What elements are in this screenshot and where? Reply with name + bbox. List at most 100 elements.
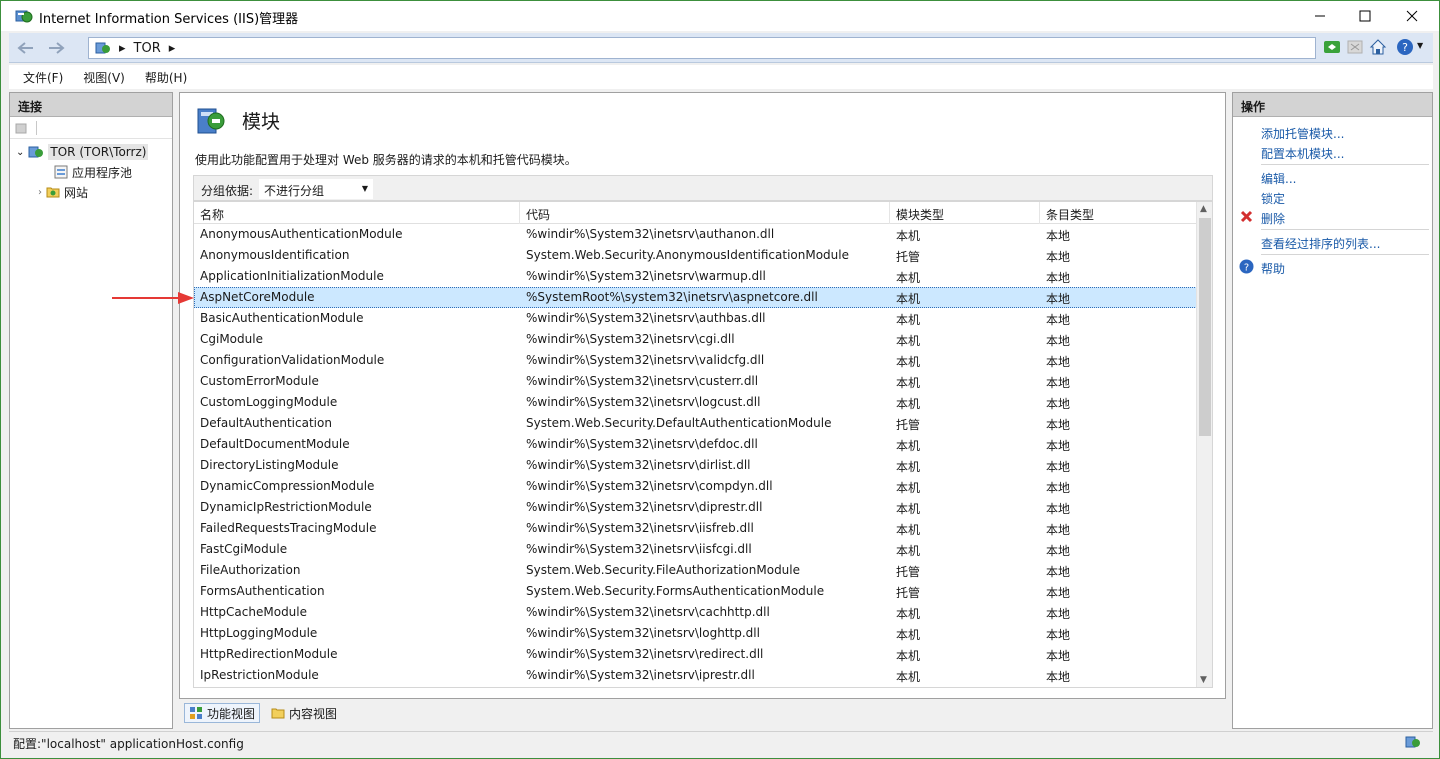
menu-view[interactable]: 视图(V)	[83, 69, 125, 86]
create-connection-icon[interactable]	[15, 121, 29, 135]
help-icon[interactable]: ?	[1396, 38, 1414, 56]
cell-entry: 本地	[1046, 397, 1071, 411]
table-row[interactable]: AspNetCoreModule %SystemRoot%\system32\in…	[194, 287, 1197, 308]
cell-entry: 本地	[1046, 313, 1071, 327]
forward-arrow-icon	[49, 42, 65, 54]
table-row[interactable]: ConfigurationValidationModule %windir%\Sy…	[194, 350, 1197, 371]
cell-name: AnonymousAuthenticationModule	[200, 227, 403, 241]
table-row[interactable]: FailedRequestsTracingModule %windir%\Syst…	[194, 518, 1197, 539]
breadcrumb-separator: ▸	[119, 40, 126, 56]
table-row[interactable]: AnonymousAuthenticationModule %windir%\Sy…	[194, 224, 1197, 245]
table-row[interactable]: FileAuthorization System.Web.Security.Fil…	[194, 560, 1197, 581]
breadcrumb-separator[interactable]: ▸	[169, 41, 176, 56]
table-row[interactable]: IpRestrictionModule %windir%\System32\ine…	[194, 665, 1197, 686]
address-bar[interactable]: ▸ TOR ▸	[88, 37, 1316, 59]
actions-header: 操作	[1233, 93, 1432, 117]
column-header-entry-type[interactable]: 条目类型	[1040, 202, 1197, 224]
add-managed-module-link[interactable]: 添加托管模块...	[1261, 125, 1344, 142]
minimize-button[interactable]	[1297, 1, 1343, 31]
column-header-code[interactable]: 代码	[520, 202, 890, 224]
sites-folder-icon	[46, 187, 60, 198]
help-dropdown-icon[interactable]: ▼	[1417, 41, 1423, 50]
cell-code: %windir%\System32\inetsrv\cgi.dll	[526, 332, 735, 346]
title-bar[interactable]: Internet Information Services (IIS)管理器	[1, 1, 1439, 31]
table-row[interactable]: HttpCacheModule %windir%\System32\inetsrv…	[194, 602, 1197, 623]
cell-type: 本机	[896, 355, 921, 369]
vertical-scrollbar[interactable]: ▲ ▼	[1196, 202, 1212, 687]
table-row[interactable]: HttpLoggingModule %windir%\System32\inets…	[194, 623, 1197, 644]
column-header-module-type[interactable]: 模块类型	[890, 202, 1040, 224]
cell-type: 本机	[896, 229, 921, 243]
stop-icon[interactable]	[1346, 38, 1364, 56]
table-row[interactable]: DynamicCompressionModule %windir%\System3…	[194, 476, 1197, 497]
cell-name: FastCgiModule	[200, 542, 288, 556]
home-icon[interactable]	[1369, 38, 1387, 56]
table-row[interactable]: CgiModule %windir%\System32\inetsrv\cgi.d…	[194, 329, 1197, 350]
cell-name: DynamicIpRestrictionModule	[200, 500, 372, 514]
tab-content-view[interactable]: 内容视图	[266, 703, 342, 723]
close-icon	[1406, 10, 1418, 22]
scroll-down-icon[interactable]: ▼	[1200, 675, 1207, 685]
cell-type: 本机	[896, 334, 921, 348]
cell-entry: 本地	[1046, 544, 1071, 558]
status-text: 配置:"localhost" applicationHost.config	[13, 737, 244, 751]
cell-code: %windir%\System32\inetsrv\cachhttp.dll	[526, 605, 770, 619]
cell-name: CustomLoggingModule	[200, 395, 338, 409]
menu-help[interactable]: 帮助(H)	[145, 69, 187, 86]
window-title: Internet Information Services (IIS)管理器	[39, 12, 299, 27]
table-row[interactable]: AnonymousIdentification System.Web.Securi…	[194, 245, 1197, 266]
cell-type: 本机	[896, 313, 921, 327]
tree-node-server[interactable]: ⌄ TOR (TOR\Torrz)	[16, 143, 149, 161]
cell-name: DynamicCompressionModule	[200, 479, 375, 493]
cell-name: ApplicationInitializationModule	[200, 269, 384, 283]
table-row[interactable]: FormsAuthentication System.Web.Security.F…	[194, 581, 1197, 602]
group-by-dropdown[interactable]: 不进行分组 ▼	[259, 179, 373, 199]
table-row[interactable]: ApplicationInitializationModule %windir%\…	[194, 266, 1197, 287]
server-icon	[28, 146, 44, 158]
help-link[interactable]: 帮助	[1261, 260, 1285, 277]
cell-type: 本机	[896, 523, 921, 537]
menu-file[interactable]: 文件(F)	[23, 69, 63, 86]
table-row[interactable]: DefaultDocumentModule %windir%\System32\i…	[194, 434, 1197, 455]
scrollbar-thumb[interactable]	[1199, 218, 1211, 436]
delete-link[interactable]: 删除	[1261, 210, 1285, 227]
close-button[interactable]	[1389, 1, 1435, 31]
table-row[interactable]: DirectoryListingModule %windir%\System32\…	[194, 455, 1197, 476]
scroll-up-icon[interactable]: ▲	[1200, 204, 1207, 214]
column-header-name[interactable]: 名称 ^	[194, 202, 520, 224]
forward-button[interactable]	[43, 36, 69, 60]
table-row[interactable]: DefaultAuthentication System.Web.Security…	[194, 413, 1197, 434]
maximize-button[interactable]	[1342, 1, 1388, 31]
table-row[interactable]: BasicAuthenticationModule %windir%\System…	[194, 308, 1197, 329]
configure-native-modules-link[interactable]: 配置本机模块...	[1261, 145, 1344, 162]
modules-table: 名称 ^ 代码 模块类型 条目类型 AnonymousAuthenticatio…	[193, 201, 1213, 688]
connections-header: 连接	[10, 93, 172, 117]
iis-app-icon	[15, 10, 33, 23]
refresh-icon[interactable]	[1323, 38, 1341, 56]
table-row[interactable]: FastCgiModule %windir%\System32\inetsrv\i…	[194, 539, 1197, 560]
svg-text:?: ?	[1402, 41, 1408, 54]
cell-name: HttpRedirectionModule	[200, 647, 338, 661]
view-ordered-list-link[interactable]: 查看经过排序的列表...	[1261, 235, 1380, 252]
cell-entry: 本地	[1046, 292, 1071, 306]
cell-entry: 本地	[1046, 355, 1071, 369]
cell-code: %windir%\System32\inetsrv\iisfcgi.dll	[526, 542, 752, 556]
back-button[interactable]	[13, 36, 39, 60]
menu-bar: 文件(F) 视图(V) 帮助(H)	[9, 65, 1433, 89]
cell-code: System.Web.Security.FileAuthorizationMod…	[526, 563, 801, 577]
table-row[interactable]: HttpRedirectionModule %windir%\System32\i…	[194, 644, 1197, 665]
table-row[interactable]: CustomErrorModule %windir%\System32\inets…	[194, 371, 1197, 392]
actions-divider	[1261, 229, 1429, 230]
lock-link[interactable]: 锁定	[1261, 190, 1285, 207]
table-row[interactable]: CustomLoggingModule %windir%\System32\ine…	[194, 392, 1197, 413]
cell-name: HttpCacheModule	[200, 605, 308, 619]
edit-link[interactable]: 编辑...	[1261, 170, 1296, 187]
cell-entry: 本地	[1046, 481, 1071, 495]
tree-node-sites[interactable]: › 网站	[38, 183, 88, 201]
table-row[interactable]: DynamicIpRestrictionModule %windir%\Syste…	[194, 497, 1197, 518]
breadcrumb-tor[interactable]: TOR	[134, 41, 161, 56]
server-icon	[95, 42, 110, 54]
tab-features-view[interactable]: 功能视图	[184, 703, 261, 723]
tree-node-app-pools[interactable]: 应用程序池	[54, 163, 132, 181]
cell-type: 本机	[896, 670, 921, 684]
